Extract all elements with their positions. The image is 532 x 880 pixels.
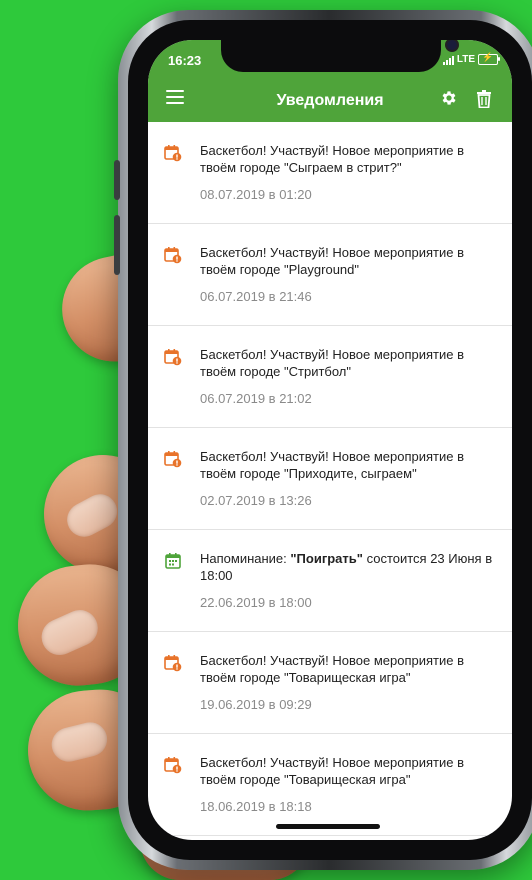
notification-date: 06.07.2019 в 21:02 — [200, 391, 312, 406]
notification-date: 22.06.2019 в 18:00 — [200, 595, 312, 610]
notification-date: 06.07.2019 в 21:46 — [200, 289, 312, 304]
notification-date: 02.07.2019 в 13:26 — [200, 493, 312, 508]
notification-date: 19.06.2019 в 09:29 — [200, 697, 312, 712]
home-indicator[interactable] — [276, 824, 380, 829]
phone-screen: 16:23 LTE ⚡ Уведомления Баскетбол! Участ… — [148, 40, 512, 840]
app-bar: 16:23 LTE ⚡ Уведомления — [148, 40, 512, 122]
signal-icon — [442, 55, 454, 65]
notification-item[interactable]: Баскетбол! Участвуй! Новое мероприятие в… — [148, 632, 512, 734]
notification-text: Баскетбол! Участвуй! Новое мероприятие в… — [200, 449, 464, 481]
notification-item[interactable]: Баскетбол! Участвуй! Новое мероприятие в… — [148, 122, 512, 224]
phone-side-button — [114, 160, 120, 200]
gear-icon[interactable] — [440, 89, 458, 107]
status-time: 16:23 — [168, 53, 202, 68]
notification-item[interactable]: Баскетбол! Участвуй! Новое мероприятие в… — [148, 326, 512, 428]
notification-text: Баскетбол! Участвуй! Новое мероприятие в… — [200, 653, 464, 685]
fingernail — [48, 718, 111, 766]
battery-icon: ⚡ — [478, 52, 500, 65]
calendar-alert-icon — [164, 145, 182, 162]
fingernail — [61, 488, 124, 543]
notification-text: Баскетбол! Участвуй! Новое мероприятие в… — [200, 755, 464, 787]
phone-side-button — [114, 215, 120, 275]
fingernail — [35, 604, 104, 661]
calendar-alert-icon — [164, 757, 182, 774]
camera-icon — [447, 40, 457, 50]
calendar-alert-icon — [164, 349, 182, 366]
notification-item[interactable]: Напоминание: "Поиграть" состоится 23 Июн… — [148, 530, 512, 632]
status-indicators: LTE ⚡ — [442, 52, 500, 65]
notification-item[interactable]: Баскетбол! Участвуй! Новое мероприятие в… — [148, 224, 512, 326]
notification-text: Баскетбол! Участвуй! Новое мероприятие в… — [200, 245, 464, 277]
calendar-icon — [165, 553, 181, 569]
phone-notch — [221, 40, 457, 72]
trash-icon[interactable] — [476, 90, 492, 108]
notification-item[interactable]: Баскетбол! Участвуй! Новое мероприятие в… — [148, 734, 512, 836]
calendar-alert-icon — [164, 247, 182, 264]
notification-date: 18.06.2019 в 18:18 — [200, 799, 312, 814]
notification-text: Баскетбол! Участвуй! Новое мероприятие в… — [200, 347, 464, 379]
notification-text: Напоминание: "Поиграть" состоится 23 Июн… — [200, 550, 500, 584]
notification-date: 08.07.2019 в 01:20 — [200, 187, 312, 202]
notification-list: Баскетбол! Участвуй! Новое мероприятие в… — [148, 122, 512, 836]
reminder-prefix: Напоминание: — [200, 551, 291, 566]
notification-item[interactable]: Баскетбол! Участвуй! Новое мероприятие в… — [148, 428, 512, 530]
calendar-alert-icon — [164, 451, 182, 468]
network-label: LTE — [456, 54, 475, 65]
notification-text: Баскетбол! Участвуй! Новое мероприятие в… — [200, 143, 464, 175]
reminder-event-name: "Поиграть" — [290, 551, 363, 566]
calendar-alert-icon — [164, 655, 182, 672]
